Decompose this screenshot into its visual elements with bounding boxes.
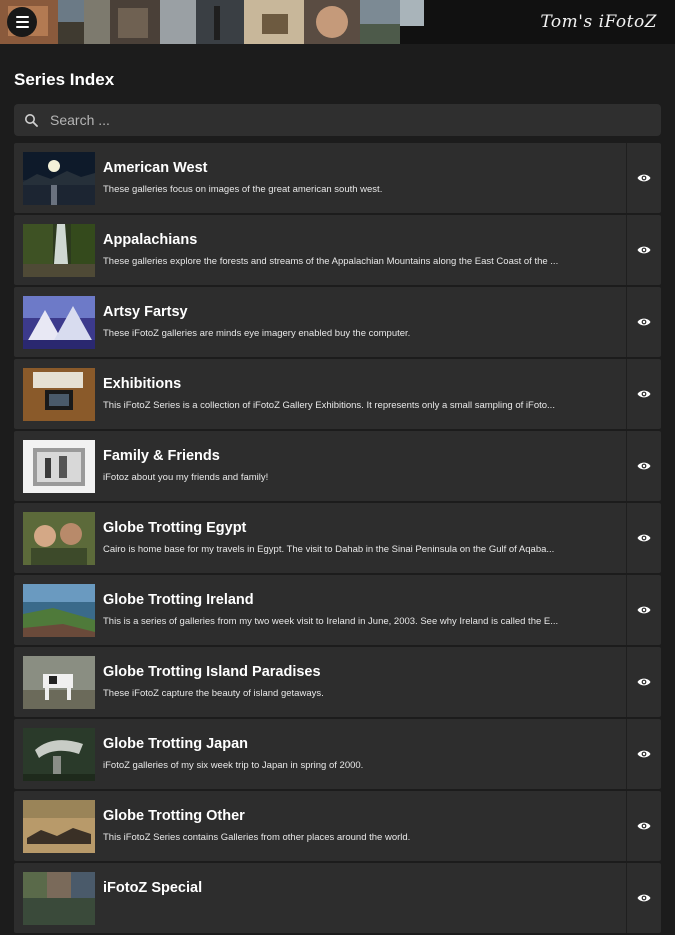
view-series-button[interactable] [627,287,661,357]
eye-icon [637,462,651,470]
search-input[interactable] [48,111,612,129]
series-description: This iFotoZ Series is a collection of iF… [103,400,555,411]
series-thumbnail [23,224,95,277]
series-title: Globe Trotting Ireland [103,592,254,608]
view-series-button[interactable] [627,719,661,789]
series-list: American West These galleries focus on i… [14,143,661,935]
view-series-button[interactable] [627,143,661,213]
series-item-artsy-fartsy[interactable]: Artsy Fartsy These iFotoZ galleries are … [14,287,661,357]
series-item-exhibitions[interactable]: Exhibitions This iFotoZ Series is a coll… [14,359,661,429]
series-item-ifotoz-special[interactable]: iFotoZ Special [14,863,661,933]
series-item-globe-trotting-japan[interactable]: Globe Trotting Japan iFotoZ galleries of… [14,719,661,789]
series-title: Artsy Fartsy [103,304,188,320]
series-description: These galleries explore the forests and … [103,256,559,267]
series-item-globe-trotting-ireland[interactable]: Globe Trotting Ireland This is a series … [14,575,661,645]
eye-icon [637,390,651,398]
view-series-button[interactable] [627,503,661,573]
series-item-globe-trotting-other[interactable]: Globe Trotting Other This iFotoZ Series … [14,791,661,861]
eye-icon [637,246,651,254]
view-series-button[interactable] [627,431,661,501]
series-description: Cairo is home base for my travels in Egy… [103,544,555,555]
series-title: Globe Trotting Japan [103,736,249,752]
series-thumbnail [23,656,95,709]
series-thumbnail [23,368,95,421]
series-thumbnail [23,872,95,925]
series-description: This iFotoZ Series contains Galleries fr… [103,832,411,843]
series-thumbnail [23,584,95,637]
series-description: These iFotoZ capture the beauty of islan… [103,688,324,699]
view-series-button[interactable] [627,215,661,285]
search-icon [25,114,38,127]
series-description: iFotoz about you my friends and family! [103,472,269,483]
eye-icon [637,894,651,902]
view-series-button[interactable] [627,791,661,861]
series-thumbnail [23,728,95,781]
series-item-globe-trotting-egypt[interactable]: Globe Trotting Egypt Cairo is home base … [14,503,661,573]
series-thumbnail [23,152,95,205]
search-bar[interactable] [14,104,661,136]
series-thumbnail [23,440,95,493]
app-header: Tom's iFotoZ [0,0,675,44]
view-series-button[interactable] [627,575,661,645]
series-title: Family & Friends [103,448,220,464]
series-title: iFotoZ Special [103,880,203,896]
series-item-appalachians[interactable]: Appalachians These galleries explore the… [14,215,661,285]
series-title: Appalachians [103,232,198,248]
series-item-family-friends[interactable]: Family & Friends iFotoz about you my fri… [14,431,661,501]
eye-icon [637,606,651,614]
series-thumbnail [23,296,95,349]
series-description: iFotoZ galleries of my six week trip to … [103,760,364,771]
series-title: Globe Trotting Island Paradises [103,664,321,680]
series-description: These galleries focus on images of the g… [103,184,383,195]
menu-icon [15,16,29,28]
eye-icon [637,822,651,830]
view-series-button[interactable] [627,359,661,429]
eye-icon [637,174,651,182]
series-item-globe-trotting-island-paradises[interactable]: Globe Trotting Island Paradises These iF… [14,647,661,717]
series-description: These iFotoZ galleries are minds eye ima… [103,328,411,339]
series-thumbnail [23,512,95,565]
eye-icon [637,750,651,758]
series-thumbnail [23,800,95,853]
eye-icon [637,318,651,326]
page-title: Series Index [14,70,115,89]
brand-title: Tom's iFotoZ [540,12,657,32]
view-series-button[interactable] [627,863,661,933]
eye-icon [637,678,651,686]
series-title: Globe Trotting Egypt [103,520,247,536]
series-title: Exhibitions [103,376,182,392]
menu-button[interactable] [7,7,37,37]
eye-icon [637,534,651,542]
series-title: Globe Trotting Other [103,808,245,824]
header-banner-collage [0,0,424,44]
series-title: American West [103,160,208,176]
view-series-button[interactable] [627,647,661,717]
series-item-american-west[interactable]: American West These galleries focus on i… [14,143,661,213]
series-description: This is a series of galleries from my tw… [103,616,559,627]
